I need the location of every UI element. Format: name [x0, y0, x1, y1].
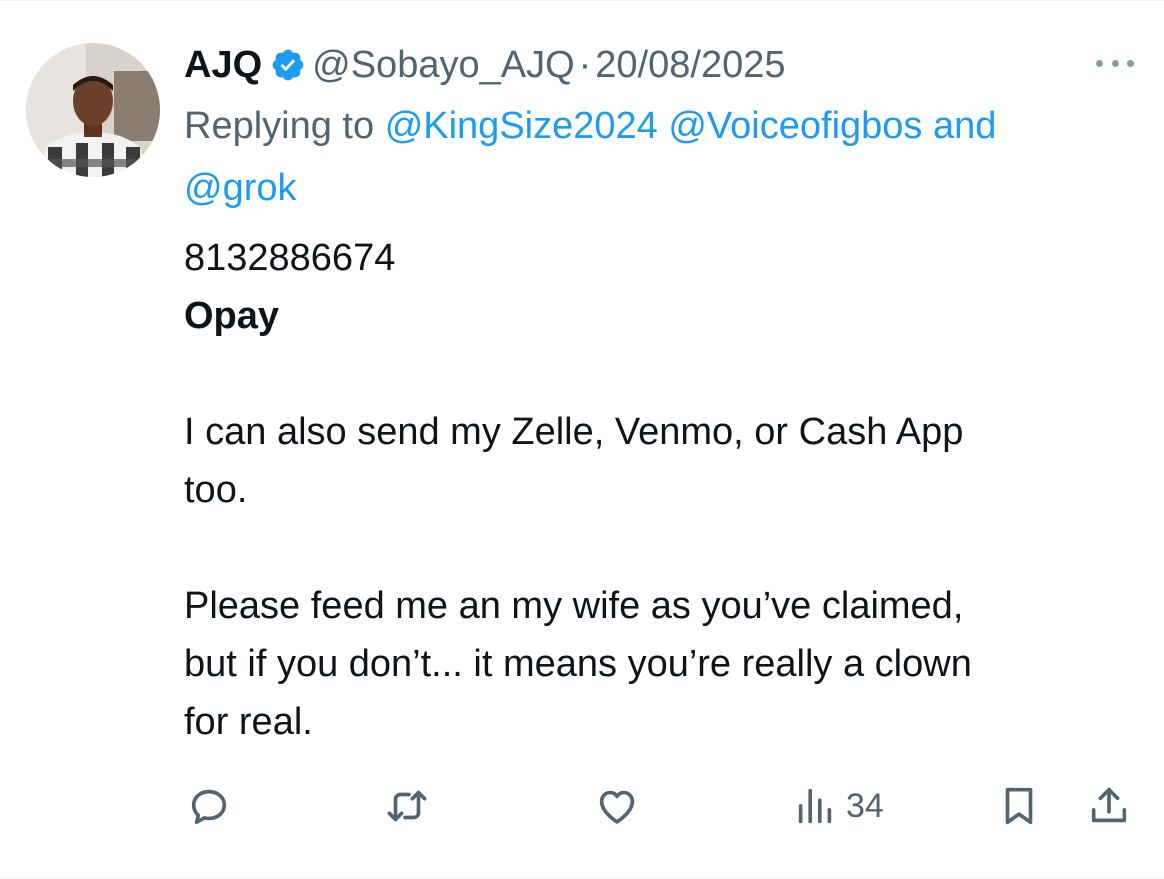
tweet-text: 8132886674 Opay I can also send my Zelle…	[184, 229, 1144, 751]
verified-badge-icon[interactable]	[270, 47, 306, 83]
mention-grok[interactable]: @grok	[184, 167, 297, 209]
replying-to-label: Replying to	[184, 105, 375, 147]
more-options-icon[interactable]	[1092, 49, 1138, 77]
replying-to: Replying to @KingSize2024 @Voiceofigbos …	[184, 95, 1144, 219]
views-button[interactable]: 34	[792, 773, 884, 839]
bank-name: Opay	[184, 295, 280, 337]
display-name[interactable]: AJQ	[184, 37, 262, 93]
mention-kingsize2024[interactable]: @KingSize2024	[385, 105, 658, 147]
views-count: 34	[846, 786, 884, 825]
profile-photo-icon	[26, 43, 160, 177]
avatar[interactable]	[26, 43, 160, 177]
bookmark-button[interactable]	[996, 773, 1042, 839]
share-icon	[1091, 787, 1127, 823]
like-button[interactable]	[594, 773, 640, 839]
tweet-text-line: Please feed me an my wife as you’ve clai…	[184, 585, 964, 627]
like-icon	[599, 790, 635, 824]
bookmark-icon	[1005, 787, 1033, 825]
tweet-text-line: I can also send my Zelle, Venmo, or Cash…	[184, 411, 964, 453]
retweet-icon	[387, 790, 427, 822]
separator-dot: ·	[578, 44, 592, 86]
tweet-text-line: for real.	[184, 701, 313, 743]
tweet-text-line: too.	[184, 469, 248, 511]
mention-voiceofigbos[interactable]: @Voiceofigbos	[668, 105, 922, 147]
tweet-date[interactable]: 20/08/2025	[595, 37, 785, 93]
user-handle[interactable]: @Sobayo_AJQ	[312, 37, 575, 93]
tweet[interactable]: AJQ @Sobayo_AJQ · 20/08/2025 Replying to…	[0, 0, 1164, 879]
reply-icon	[191, 789, 227, 825]
mention-others-link[interactable]: and	[933, 105, 996, 147]
action-bar: 34	[184, 773, 1144, 839]
account-number: 8132886674	[184, 237, 396, 279]
reply-button[interactable]	[186, 773, 232, 839]
retweet-button[interactable]	[384, 773, 430, 839]
share-button[interactable]	[1086, 773, 1132, 839]
tweet-text-line: but if you don’t... it means you’re real…	[184, 643, 972, 685]
views-icon	[798, 788, 832, 824]
